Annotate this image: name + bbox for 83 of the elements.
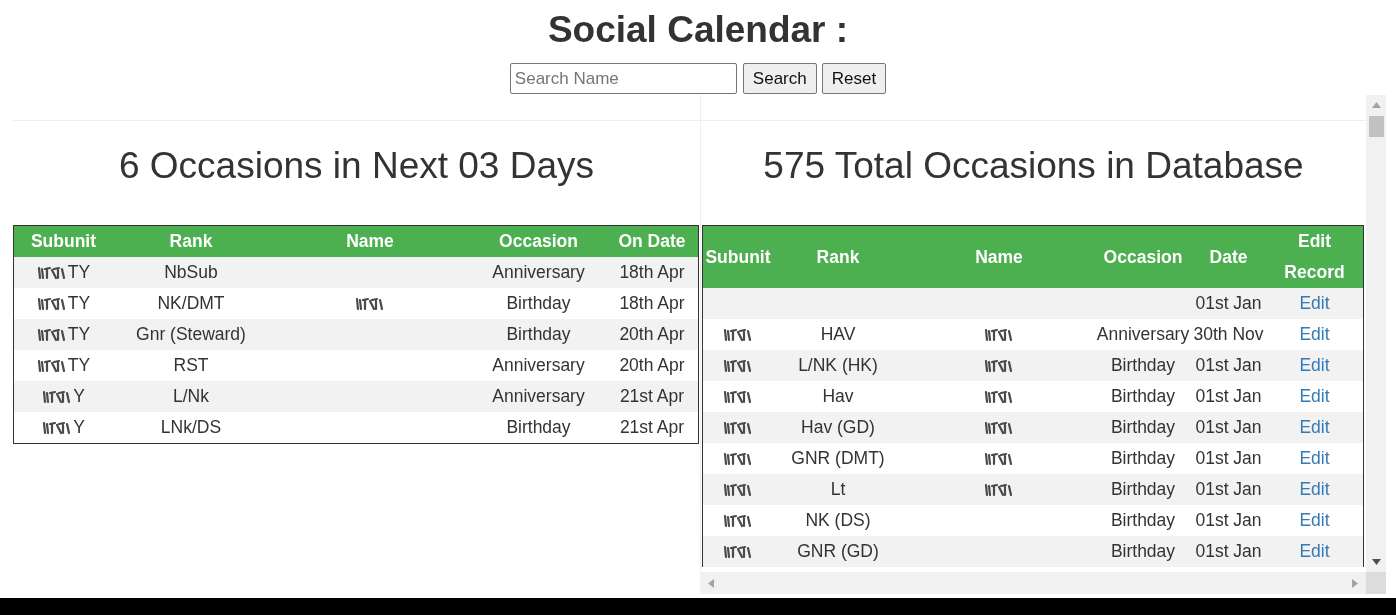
table-cell-text: LNk/DS bbox=[159, 416, 223, 439]
table-cell-text: Hav (GD) bbox=[800, 416, 876, 439]
subunit-text: TY bbox=[67, 324, 91, 344]
page-title: Social Calendar : bbox=[547, 8, 849, 52]
search-field[interactable]: Search Name bbox=[509, 63, 737, 94]
table-cell-text: 20th Apr bbox=[618, 323, 686, 346]
edit-link[interactable]: Edit bbox=[1299, 293, 1330, 313]
table-cell-text: 20th Apr bbox=[618, 354, 686, 377]
table-cell-text: NbSub bbox=[163, 261, 219, 284]
table-cell-text: 01st Jan bbox=[1194, 540, 1263, 563]
scroll-down-arrow-icon[interactable] bbox=[1371, 559, 1381, 565]
table-cell-text: Birthday bbox=[1109, 540, 1177, 563]
table-cell-text: Birthday bbox=[1109, 478, 1177, 501]
edit-link[interactable]: Edit bbox=[1299, 541, 1330, 561]
table-cell-text: Anniversary bbox=[491, 261, 586, 284]
edit-link[interactable]: Edit bbox=[1299, 479, 1330, 499]
table-cell-text: 21st Apr bbox=[618, 416, 686, 439]
subunit-text: Y bbox=[73, 386, 85, 406]
subunit-text: TY bbox=[67, 293, 91, 313]
table-cell-text: NK/DMT bbox=[156, 292, 226, 315]
table-cell-text: Birthday bbox=[1109, 509, 1177, 532]
table-cell-text: 01st Jan bbox=[1194, 416, 1263, 439]
table-cell-text: 01st Jan bbox=[1194, 478, 1263, 501]
column-header: Occasion bbox=[1102, 245, 1184, 269]
table-cell-text: L/NK (HK) bbox=[797, 354, 879, 377]
column-header: On Date bbox=[617, 230, 687, 253]
subunit-text: Y bbox=[73, 417, 85, 437]
section-heading: 575 Total Occasions in Database bbox=[763, 144, 1304, 188]
edit-link[interactable]: Edit bbox=[1299, 386, 1330, 406]
edit-link[interactable]: Edit bbox=[1299, 324, 1330, 344]
table-cell-text: Anniversary bbox=[491, 385, 586, 408]
table-cell-text: 01st Jan bbox=[1194, 447, 1263, 470]
edit-link[interactable]: Edit bbox=[1299, 448, 1330, 468]
scroll-right-arrow-icon[interactable] bbox=[1352, 578, 1358, 588]
table-cell-text: GNR (DMT) bbox=[790, 447, 886, 470]
table-cell-text: GNR (GD) bbox=[796, 540, 880, 563]
column-header: Name bbox=[974, 245, 1024, 269]
column-header: Subunit bbox=[29, 230, 98, 253]
table-cell-text: HAV bbox=[819, 323, 857, 346]
table-cell-text: Birthday bbox=[1109, 447, 1177, 470]
table-cell-text: 21st Apr bbox=[618, 385, 686, 408]
table-cell-text: 18th Apr bbox=[618, 261, 686, 284]
edit-link[interactable]: Edit bbox=[1299, 510, 1330, 530]
table-cell-text: NK (DS) bbox=[804, 509, 872, 532]
table-cell-text: 01st Jan bbox=[1194, 509, 1263, 532]
table-cell-text: 01st Jan bbox=[1194, 354, 1263, 377]
table-cell-text: Gnr (Steward) bbox=[135, 323, 247, 346]
table-cell-text: 30th Nov bbox=[1192, 323, 1265, 346]
table-cell-text: 01st Jan bbox=[1194, 292, 1263, 315]
table-cell-text: Anniversary bbox=[1095, 323, 1191, 346]
scrollbar-corner bbox=[1366, 572, 1386, 594]
table-cell-text: Birthday bbox=[1109, 416, 1177, 439]
section-heading: 6 Occasions in Next 03 Days bbox=[118, 144, 594, 188]
subunit-text: TY bbox=[67, 262, 91, 282]
column-header: Occasion bbox=[498, 230, 579, 253]
column-header: Rank bbox=[815, 245, 861, 269]
edit-link[interactable]: Edit bbox=[1299, 355, 1330, 375]
horizontal-scrollbar[interactable] bbox=[700, 572, 1366, 594]
column-header: Edit Record bbox=[1283, 230, 1346, 284]
table-cell-text: Birthday bbox=[505, 416, 572, 439]
table-cell-text: Birthday bbox=[1109, 385, 1177, 408]
table-cell-text: 18th Apr bbox=[618, 292, 686, 315]
scroll-left-arrow-icon[interactable] bbox=[708, 578, 714, 588]
table-cell-text: Hav bbox=[821, 385, 855, 408]
reset-button[interactable]: Reset bbox=[821, 63, 887, 94]
table-cell-text: Birthday bbox=[505, 323, 572, 346]
table-cell-text: Lt bbox=[829, 478, 847, 501]
search-button[interactable]: Search bbox=[742, 63, 817, 94]
column-header: Rank bbox=[168, 230, 214, 253]
table-cell-text: Birthday bbox=[1109, 354, 1177, 377]
edit-link[interactable]: Edit bbox=[1299, 417, 1330, 437]
scrollbar-thumb[interactable] bbox=[1368, 116, 1384, 137]
vertical-scrollbar[interactable] bbox=[1366, 95, 1386, 572]
column-header: Date bbox=[1208, 245, 1249, 269]
column-header: Name bbox=[345, 230, 395, 253]
table-cell-text: Anniversary bbox=[491, 354, 586, 377]
table-cell-text: RST bbox=[172, 354, 210, 377]
subunit-text: TY bbox=[67, 355, 91, 375]
table-cell-text: L/Nk bbox=[172, 385, 210, 408]
column-header: Subunit bbox=[704, 245, 772, 269]
table-cell-text: 01st Jan bbox=[1194, 385, 1263, 408]
scroll-up-arrow-icon[interactable] bbox=[1371, 102, 1381, 108]
table-cell-text: Birthday bbox=[505, 292, 572, 315]
